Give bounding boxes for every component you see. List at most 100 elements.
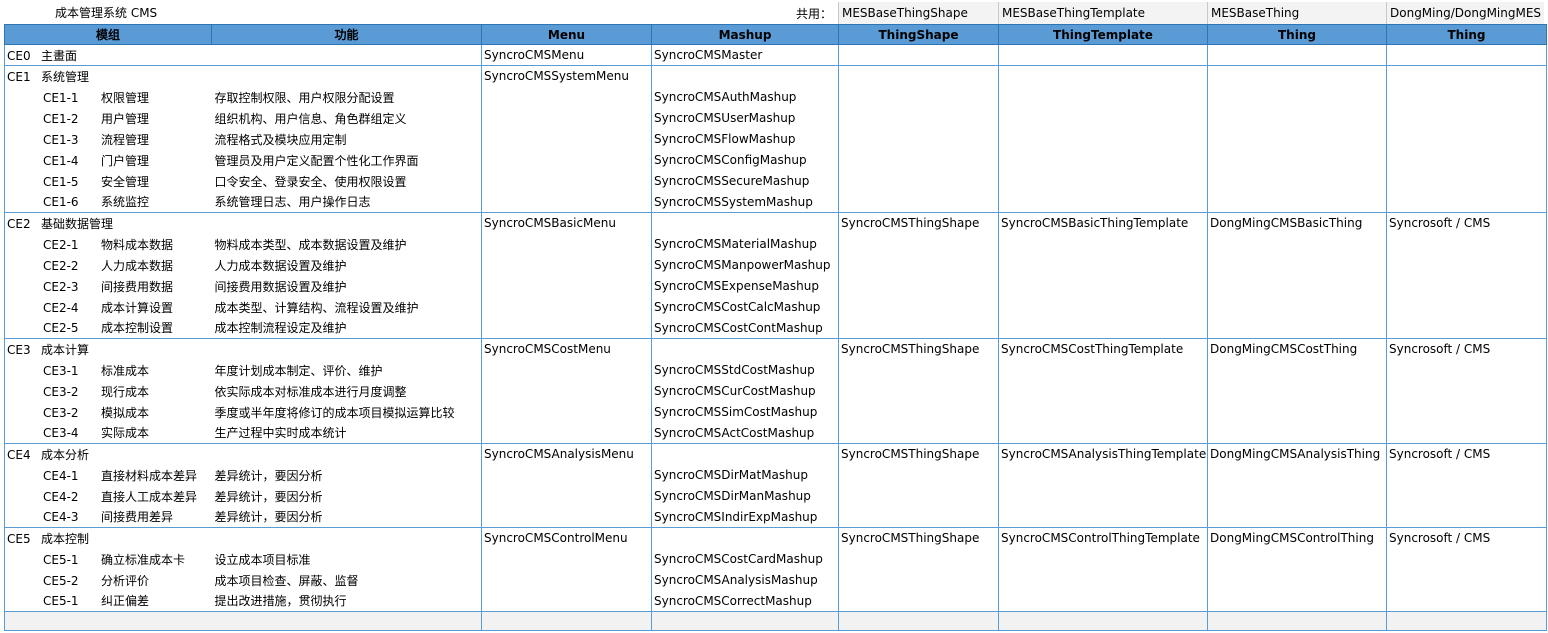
thingtemplate-cell[interactable]: [998, 275, 1208, 297]
menu-cell[interactable]: [481, 191, 652, 213]
thing-cell[interactable]: [1207, 485, 1387, 507]
thing-cell[interactable]: [1207, 359, 1387, 381]
function-code-cell[interactable]: CE4-2 直接人工成本差异: [4, 485, 212, 507]
thingshape-cell[interactable]: [838, 170, 999, 192]
thingshape-cell[interactable]: [838, 65, 999, 87]
thing-project-cell[interactable]: [1386, 65, 1547, 87]
thing-cell[interactable]: DongMingCMSControlThing: [1207, 527, 1387, 549]
thing-project-cell[interactable]: [1386, 191, 1547, 213]
mashup-cell[interactable]: SyncroCMSIndirExpMashup: [651, 506, 839, 528]
menu-cell[interactable]: [481, 254, 652, 276]
thing-cell[interactable]: DongMingCMSAnalysisThing: [1207, 443, 1387, 465]
thing-cell[interactable]: [1207, 254, 1387, 276]
thing-cell[interactable]: [1207, 569, 1387, 591]
thingtemplate-cell[interactable]: SyncroCMSAnalysisThingTemplate: [998, 443, 1208, 465]
thingshape-cell[interactable]: [838, 548, 999, 570]
mashup-cell[interactable]: SyncroCMSAuthMashup: [651, 86, 839, 108]
footer-cell[interactable]: [651, 611, 839, 631]
header-thingtemplate[interactable]: ThingTemplate: [998, 24, 1208, 45]
thing-cell[interactable]: [1207, 128, 1387, 150]
thingtemplate-cell[interactable]: [998, 149, 1208, 171]
thing-project-cell[interactable]: [1386, 254, 1547, 276]
function-code-cell[interactable]: CE3-2 模拟成本: [4, 401, 212, 423]
function-desc-cell[interactable]: 依实际成本对标准成本进行月度调整: [212, 381, 482, 402]
mashup-cell[interactable]: SyncroCMSCurCostMashup: [651, 380, 839, 402]
thingshape-cell[interactable]: SyncroCMSThingShape: [838, 338, 999, 360]
mashup-cell[interactable]: [651, 65, 839, 87]
thingshape-cell[interactable]: [838, 401, 999, 423]
function-desc-cell[interactable]: 成本类型、计算结构、流程设置及维护: [212, 297, 482, 318]
function-desc-cell[interactable]: 存取控制权限、用户权限分配设置: [212, 87, 482, 108]
menu-cell[interactable]: [481, 569, 652, 591]
mashup-cell[interactable]: SyncroCMSAnalysisMashup: [651, 569, 839, 591]
menu-cell[interactable]: [481, 590, 652, 612]
thingshape-cell[interactable]: [838, 107, 999, 129]
thingshape-cell[interactable]: [838, 296, 999, 318]
function-desc-cell[interactable]: 年度计划成本制定、评价、维护: [212, 360, 482, 381]
thingshape-cell[interactable]: [838, 359, 999, 381]
mashup-cell[interactable]: SyncroCMSMaterialMashup: [651, 233, 839, 255]
function-code-cell[interactable]: CE1-4 门户管理: [4, 149, 212, 171]
menu-cell[interactable]: [481, 422, 652, 444]
menu-cell[interactable]: [481, 107, 652, 129]
thing-project-cell[interactable]: [1386, 485, 1547, 507]
menu-cell[interactable]: [481, 401, 652, 423]
thingshape-cell[interactable]: [838, 464, 999, 486]
thingshape-cell[interactable]: [838, 380, 999, 402]
thing-cell[interactable]: [1207, 296, 1387, 318]
function-code-cell[interactable]: CE2-2 人力成本数据: [4, 254, 212, 276]
function-code-cell[interactable]: CE2-3 间接费用数据: [4, 275, 212, 297]
menu-cell[interactable]: [481, 506, 652, 528]
thing-project-cell[interactable]: [1386, 548, 1547, 570]
header-thingshape[interactable]: ThingShape: [838, 24, 999, 45]
thing-cell[interactable]: [1207, 86, 1387, 108]
function-desc-cell[interactable]: 口令安全、登录安全、使用权限设置: [212, 171, 482, 192]
thingshape-cell[interactable]: [838, 149, 999, 171]
thing-project-cell[interactable]: [1386, 464, 1547, 486]
thing-project-cell[interactable]: Syncrosoft / CMS: [1386, 338, 1547, 360]
mashup-cell[interactable]: SyncroCMSCorrectMashup: [651, 590, 839, 612]
mashup-cell[interactable]: [651, 212, 839, 234]
thing-cell[interactable]: [1207, 44, 1387, 66]
function-code-cell[interactable]: CE1-3 流程管理: [4, 128, 212, 150]
thingtemplate-cell[interactable]: SyncroCMSControlThingTemplate: [998, 527, 1208, 549]
menu-cell[interactable]: [481, 170, 652, 192]
thingtemplate-cell[interactable]: [998, 569, 1208, 591]
thingtemplate-cell[interactable]: [998, 590, 1208, 612]
function-desc-cell[interactable]: 成本控制流程设定及维护: [212, 318, 482, 339]
thing-cell[interactable]: [1207, 107, 1387, 129]
function-code-cell[interactable]: CE1-6 系统监控: [4, 191, 212, 213]
function-code-cell[interactable]: CE5-2 分析评价: [4, 569, 212, 591]
mashup-cell[interactable]: SyncroCMSSimCostMashup: [651, 401, 839, 423]
thingshape-cell[interactable]: [838, 569, 999, 591]
thingshape-cell[interactable]: [838, 485, 999, 507]
function-desc-cell[interactable]: 系统管理日志、用户操作日志: [212, 192, 482, 213]
thing-project-cell[interactable]: Syncrosoft / CMS: [1386, 527, 1547, 549]
module-group-label[interactable]: CE4 成本分析: [4, 443, 482, 465]
menu-cell[interactable]: [481, 464, 652, 486]
thing-project-cell[interactable]: [1386, 107, 1547, 129]
function-code-cell[interactable]: CE3-2 现行成本: [4, 380, 212, 402]
thingshape-cell[interactable]: [838, 44, 999, 66]
thingshape-cell[interactable]: [838, 506, 999, 528]
mashup-cell[interactable]: SyncroCMSMaster: [651, 44, 839, 66]
thingtemplate-cell[interactable]: [998, 422, 1208, 444]
thingtemplate-cell[interactable]: [998, 506, 1208, 528]
function-code-cell[interactable]: CE2-5 成本控制设置: [4, 317, 212, 339]
header-thing-project[interactable]: Thing: [1386, 24, 1547, 45]
mashup-cell[interactable]: SyncroCMSCostContMashup: [651, 317, 839, 339]
thingtemplate-cell[interactable]: [998, 464, 1208, 486]
thingshape-cell[interactable]: SyncroCMSThingShape: [838, 212, 999, 234]
menu-cell[interactable]: [481, 296, 652, 318]
thingtemplate-cell[interactable]: [998, 86, 1208, 108]
thing-project-cell[interactable]: Syncrosoft / CMS: [1386, 212, 1547, 234]
thing-project-cell[interactable]: [1386, 380, 1547, 402]
thing-project-cell[interactable]: [1386, 590, 1547, 612]
menu-cell[interactable]: [481, 359, 652, 381]
thingtemplate-cell[interactable]: [998, 44, 1208, 66]
thingtemplate-cell[interactable]: [998, 191, 1208, 213]
menu-cell[interactable]: [481, 128, 652, 150]
thingtemplate-cell[interactable]: [998, 485, 1208, 507]
mashup-cell[interactable]: SyncroCMSManpowerMashup: [651, 254, 839, 276]
thingtemplate-cell[interactable]: [998, 296, 1208, 318]
